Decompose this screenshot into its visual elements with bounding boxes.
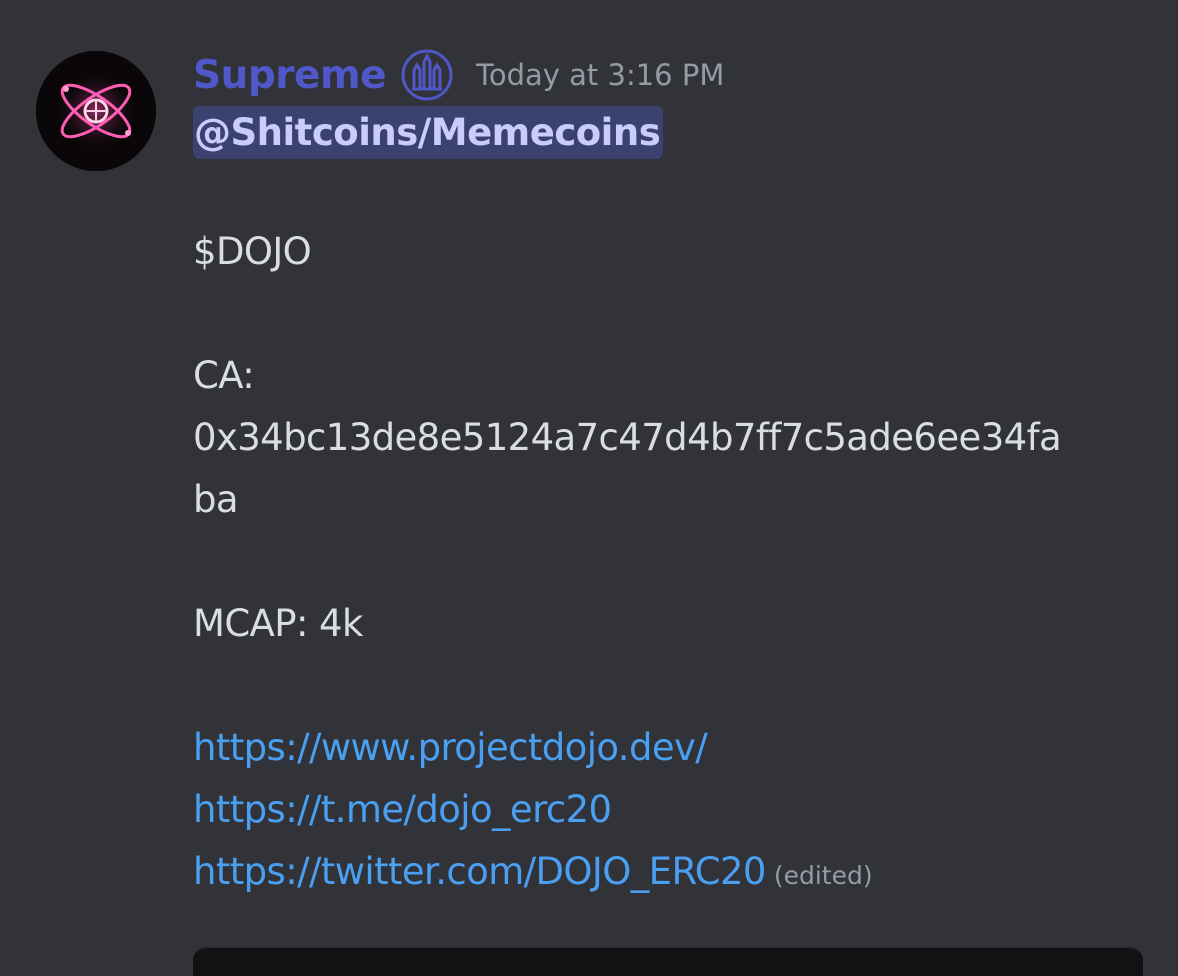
ticker-text: $DOJO — [193, 230, 312, 273]
twitter-link[interactable]: https://twitter.com/DOJO_ERC20 — [193, 850, 766, 893]
message-header: Supreme Today at 3:16 PM — [193, 46, 1153, 104]
role-mention[interactable]: @Shitcoins/Memecoins — [193, 106, 664, 159]
contract-address: 0x34bc13de8e5124a7c47d4b7ff7c5ade6ee34fa — [193, 416, 1062, 459]
message-timestamp: Today at 3:16 PM — [476, 57, 725, 92]
link-embed[interactable] — [193, 946, 1143, 976]
author-avatar[interactable] — [36, 51, 156, 171]
edited-label: (edited) — [773, 861, 873, 890]
ca-label: CA: — [193, 354, 255, 397]
castle-badge-icon[interactable] — [400, 48, 454, 102]
contract-address-wrap: ba — [193, 478, 239, 521]
chat-view: Supreme Today at 3:16 PM @Shitcoins/Meme… — [0, 0, 1178, 976]
website-link[interactable]: https://www.projectdojo.dev/ — [193, 726, 708, 769]
telegram-link[interactable]: https://t.me/dojo_erc20 — [193, 788, 612, 831]
mcap-text: MCAP: 4k — [193, 602, 363, 645]
atom-avatar-icon — [36, 51, 156, 171]
message: Supreme Today at 3:16 PM @Shitcoins/Meme… — [193, 46, 1153, 907]
author-name[interactable]: Supreme — [193, 56, 387, 95]
